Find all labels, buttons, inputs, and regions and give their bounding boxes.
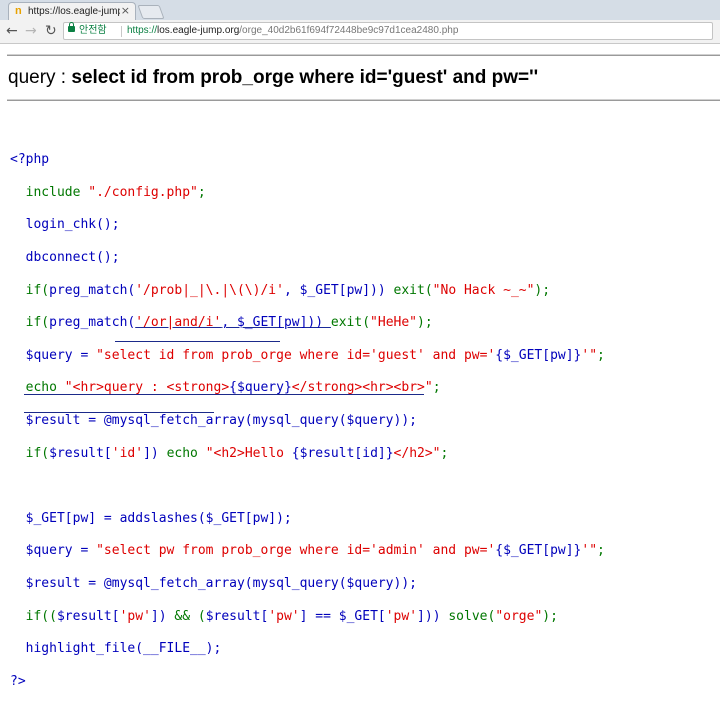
back-arrow-icon[interactable]: ← <box>6 23 18 39</box>
tab-strip: n https://los.eagle-jump.c × <box>0 0 720 20</box>
code-line: if(preg_match('/or|and/i', $_GET[pw])) e… <box>25 315 433 331</box>
query-display: query : select id from prob_orge where i… <box>8 66 538 90</box>
code-line: if(preg_match('/prob|_|\.|\(\)/i', $_GET… <box>25 282 551 298</box>
code-line: $query = "select id from prob_orge where… <box>25 347 605 363</box>
horizontal-rule-top <box>7 54 720 56</box>
new-tab-button[interactable] <box>137 5 165 19</box>
reload-icon[interactable]: ↻ <box>45 23 57 39</box>
browser-tab[interactable]: n https://los.eagle-jump.c × <box>8 2 136 20</box>
close-tab-icon[interactable]: × <box>121 4 130 18</box>
forward-arrow-icon[interactable]: → <box>25 23 37 39</box>
pen-underline <box>115 341 280 342</box>
code-line: highlight_file(__FILE__); <box>25 641 222 657</box>
horizontal-rule-bottom <box>7 99 720 101</box>
code-line: $result = @mysql_fetch_array(mysql_query… <box>25 576 417 592</box>
secure-label: 안전함 <box>79 25 107 36</box>
browser-toolbar: ← → ↻ 안전함 https://los.eagle-jump.org/org… <box>0 20 720 44</box>
code-line: include "./config.php"; <box>25 184 206 200</box>
url-host: los.eagle-jump.org <box>157 25 240 36</box>
code-line: <?php <box>10 152 50 168</box>
address-separator <box>121 26 122 37</box>
code-line: $query = "select pw from prob_orge where… <box>25 543 605 559</box>
query-prefix: query : <box>8 67 72 88</box>
code-line: $result = @mysql_fetch_array(mysql_query… <box>25 413 417 429</box>
url-path: /orge_40d2b61f694f72448be9c97d1cea2480.p… <box>239 25 459 36</box>
source-code-block: <?php include "./config.php"; login_chk(… <box>10 136 605 706</box>
pen-underline <box>24 412 214 413</box>
lock-icon <box>68 22 75 32</box>
query-text: select id from prob_orge where id='guest… <box>71 67 539 88</box>
tab-title: https://los.eagle-jump.c <box>28 6 120 17</box>
code-line: if(($result['pw']) && ($result['pw'] == … <box>25 608 558 624</box>
code-line: dbconnect(); <box>25 250 120 266</box>
address-bar[interactable]: 안전함 https://los.eagle-jump.org/orge_40d2… <box>63 22 713 40</box>
site-favicon-icon: n <box>15 5 22 17</box>
url-text[interactable]: https://los.eagle-jump.org/orge_40d2b61f… <box>127 24 458 38</box>
code-line: ?> <box>10 673 26 689</box>
code-line: login_chk(); <box>25 217 120 233</box>
code-line: $_GET[pw] = addslashes($_GET[pw]); <box>25 510 292 526</box>
code-line: if($result['id']) echo "<h2>Hello {$resu… <box>25 445 449 461</box>
pen-underline <box>24 394 424 395</box>
url-scheme: https:// <box>127 25 158 36</box>
